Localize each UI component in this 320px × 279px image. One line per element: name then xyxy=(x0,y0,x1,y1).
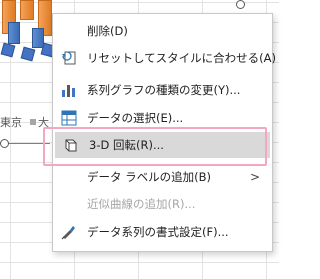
menu-item-label: データ ラベルの追加(B) xyxy=(87,170,212,184)
menu-item-label: 系列グラフの種類の変更(Y)... xyxy=(87,83,241,97)
menu-item-delete[interactable]: 削除(D) xyxy=(53,18,272,44)
axis-label-tokyo: 東京 xyxy=(0,116,22,129)
chart-bar[interactable] xyxy=(8,22,20,44)
legend-marker xyxy=(30,119,36,125)
menu-item-change-chart-type[interactable]: 系列グラフの種類の変更(Y)... xyxy=(53,77,272,103)
3d-rotation-icon xyxy=(63,137,79,153)
menu-item-add-trendline: 近似曲線の追加(R)... xyxy=(53,191,272,217)
chart-point-marker[interactable] xyxy=(20,46,36,62)
menu-item-select-data[interactable]: データの選択(E)... xyxy=(53,105,272,131)
reset-style-icon xyxy=(61,50,77,66)
submenu-arrow-icon: > xyxy=(249,170,260,184)
menu-item-format-data-series[interactable]: データ系列の書式設定(F)... xyxy=(53,219,272,245)
menu-item-label: リセットしてスタイルに合わせる(A) xyxy=(87,51,276,65)
menu-item-label: 近似曲線の追加(R)... xyxy=(87,197,196,211)
axis-label-fragment: 大 xyxy=(38,116,49,129)
chart-point-marker[interactable] xyxy=(0,42,16,58)
select-data-icon xyxy=(61,110,77,126)
chart-bar[interactable] xyxy=(20,0,34,20)
menu-item-label: データの選択(E)... xyxy=(87,111,184,125)
chart-resize-handle[interactable] xyxy=(236,0,245,9)
format-series-icon xyxy=(61,224,77,240)
menu-item-reset-style[interactable]: リセットしてスタイルに合わせる(A) xyxy=(53,45,276,71)
menu-item-3d-rotation[interactable]: 3-D 回転(R)... xyxy=(55,132,270,158)
menu-item-add-data-labels[interactable]: データ ラベルの追加(B) > xyxy=(53,164,272,190)
change-chart-type-icon xyxy=(61,82,77,98)
context-menu: 削除(D) リセットしてスタイルに合わせる(A) 系列グラフの種類の変更(Y).… xyxy=(52,13,276,252)
chart-resize-handle[interactable] xyxy=(0,139,9,148)
menu-item-label: 3-D 回転(R)... xyxy=(89,138,164,152)
menu-item-label: データ系列の書式設定(F)... xyxy=(87,225,229,239)
menu-item-label: 削除(D) xyxy=(87,24,128,38)
